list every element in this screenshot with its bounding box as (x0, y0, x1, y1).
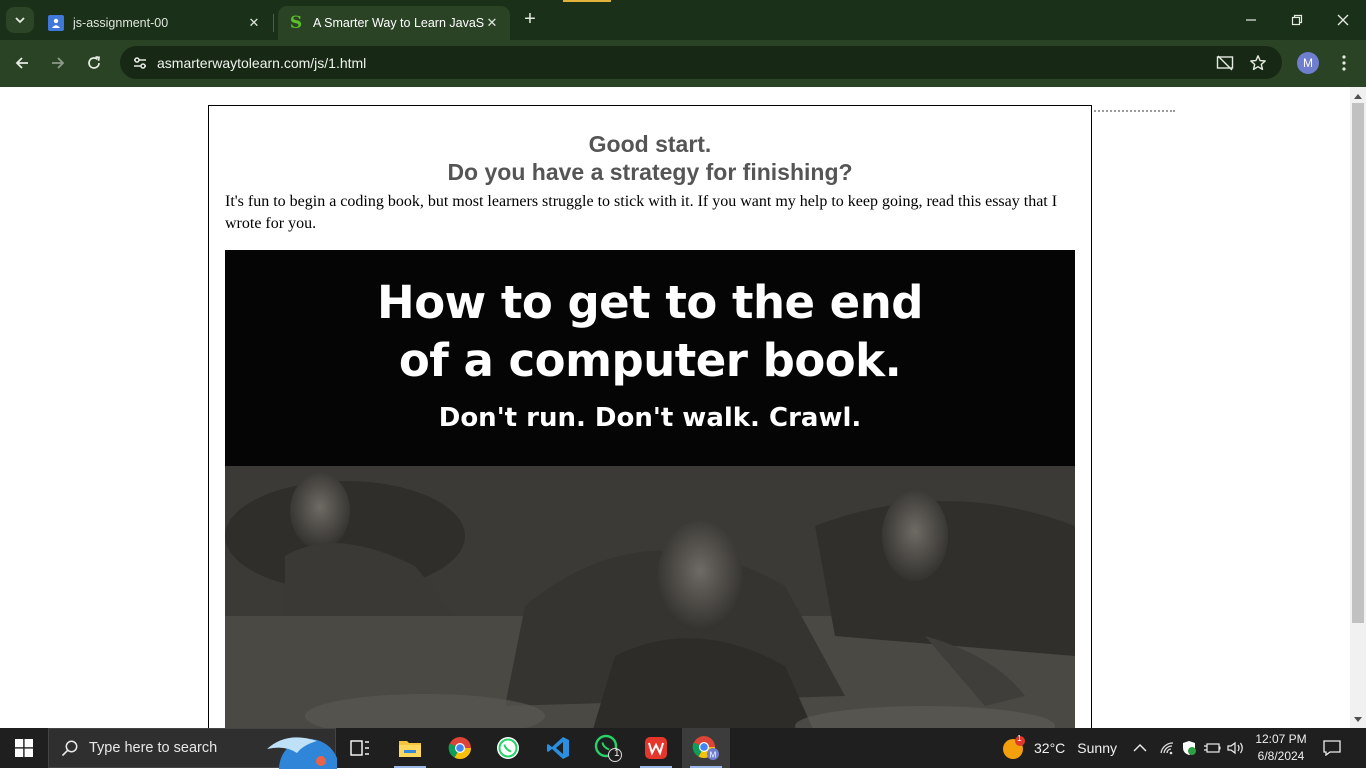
tab-title: js-assignment-00 (73, 16, 169, 30)
chrome-icon (448, 737, 471, 759)
lesson-container: Good start. Do you have a strategy for f… (208, 105, 1092, 728)
whatsapp-business-button[interactable]: 1 (584, 728, 632, 768)
new-tab-button[interactable]: + (520, 9, 540, 31)
tab-accent-bar (563, 0, 611, 2)
battery-icon[interactable] (1202, 738, 1222, 758)
minimize-icon (1246, 19, 1256, 21)
browser-menu-button[interactable] (1334, 51, 1354, 75)
notification-center-button[interactable] (1320, 738, 1344, 758)
page-viewport: Good start. Do you have a strategy for f… (0, 87, 1350, 728)
tab-close-icon[interactable]: ✕ (484, 15, 500, 31)
whatsapp-badge: 1 (614, 748, 620, 759)
url-text[interactable]: asmarterwaytolearn.com/js/1.html (157, 55, 366, 71)
address-bar[interactable]: asmarterwaytolearn.com/js/1.html (120, 46, 1282, 79)
profile-avatar[interactable]: M (1297, 52, 1319, 74)
weather-condition: Sunny (1077, 740, 1117, 756)
notification-icon (1323, 740, 1341, 756)
cast-off-icon[interactable] (1215, 53, 1235, 73)
tab-smarter-way[interactable]: S A Smarter Way to Learn JavaScript ✕ (278, 6, 510, 40)
tray-overflow-chevron-icon[interactable] (1130, 738, 1150, 758)
clock-time: 12:07 PM (1255, 732, 1307, 746)
banner-title-line-1: How to get to the end (377, 276, 923, 329)
banner-title-line-2: of a computer book. (398, 334, 902, 387)
scroll-down-arrow-icon[interactable] (1350, 713, 1366, 727)
banner-subtitle: Don't run. Don't walk. Crawl. (438, 403, 862, 433)
whatsapp-icon (497, 737, 519, 759)
weather-widget[interactable]: 1 32°C Sunny (1002, 728, 1117, 768)
chevron-down-icon (15, 17, 25, 24)
start-button[interactable] (0, 728, 48, 768)
smarter-way-s-icon: S (289, 13, 303, 33)
clock-date: 6/8/2024 (1257, 749, 1305, 763)
tune-icon (134, 56, 146, 69)
svg-text:M: M (710, 751, 717, 760)
vscode-icon (547, 737, 569, 759)
vscode-button[interactable] (534, 728, 582, 768)
browser-toolbar: asmarterwaytolearn.com/js/1.html M (0, 40, 1366, 87)
tab-title: A Smarter Way to Learn JavaScript (313, 16, 484, 30)
back-button[interactable] (9, 50, 35, 76)
tab-js-assignment[interactable]: js-assignment-00 ✕ (38, 6, 272, 40)
site-info-button[interactable] (128, 51, 152, 74)
minimize-button[interactable] (1228, 0, 1274, 40)
sun-icon (1003, 736, 1025, 759)
wifi-icon[interactable] (1157, 738, 1177, 758)
arrow-right-icon (52, 57, 65, 69)
tab-search-button[interactable] (6, 7, 34, 33)
restore-button[interactable] (1274, 0, 1320, 40)
file-explorer-icon (399, 741, 421, 757)
banner-title-area: How to get to the end of a computer book… (225, 250, 1075, 466)
intro-paragraph: It's fun to begin a coding book, but mos… (225, 193, 1058, 232)
mud-crawl-photo (225, 466, 1075, 728)
wps-office-icon (645, 737, 667, 759)
weather-badge: 1 (1017, 734, 1022, 743)
more-vert-icon (1342, 55, 1346, 71)
windows-logo-icon (15, 739, 33, 757)
windows-taskbar: Type here to search 1 M 1 32°C Sunny 12:… (0, 728, 1366, 769)
taskbar-search-box[interactable]: Type here to search (48, 728, 337, 769)
arrow-left-icon (15, 57, 28, 69)
file-explorer-button[interactable] (386, 728, 434, 768)
tab-strip: js-assignment-00 ✕ S A Smarter Way to Le… (0, 0, 1366, 40)
task-view-button[interactable] (336, 728, 384, 768)
essay-banner-link[interactable]: How to get to the end of a computer book… (225, 250, 1075, 728)
classroom-icon (48, 15, 64, 31)
page-heading: Good start. Do you have a strategy for f… (209, 130, 1091, 186)
whatsapp-button[interactable] (484, 728, 532, 768)
chrome-profile-icon: M (692, 736, 719, 760)
chrome-profile-button[interactable]: M (682, 728, 730, 768)
task-view-icon (350, 740, 369, 756)
restore-icon (1291, 14, 1303, 26)
search-highlight-dolphin-icon (267, 737, 337, 769)
tab-separator (273, 14, 274, 32)
wps-office-button[interactable] (632, 728, 680, 768)
forward-button[interactable] (45, 50, 71, 76)
security-shield-icon[interactable] (1179, 738, 1199, 758)
reload-icon (88, 56, 100, 69)
volume-icon[interactable] (1226, 738, 1246, 758)
chrome-button[interactable] (436, 728, 484, 768)
heading-line-1: Good start. (588, 131, 712, 157)
system-clock[interactable]: 12:07 PM 6/8/2024 (1248, 731, 1314, 765)
weather-temperature: 32°C (1034, 740, 1066, 756)
bookmark-star-icon[interactable] (1248, 53, 1268, 73)
heading-line-2: Do you have a strategy for finishing? (447, 159, 853, 185)
close-window-button[interactable] (1320, 0, 1366, 40)
close-icon (1337, 14, 1349, 26)
search-icon (61, 740, 78, 757)
tab-close-icon[interactable]: ✕ (246, 15, 262, 31)
scroll-up-arrow-icon[interactable] (1350, 89, 1366, 103)
search-placeholder: Type here to search (89, 740, 218, 756)
scrollbar-thumb[interactable] (1352, 103, 1364, 623)
reload-button[interactable] (81, 50, 107, 76)
